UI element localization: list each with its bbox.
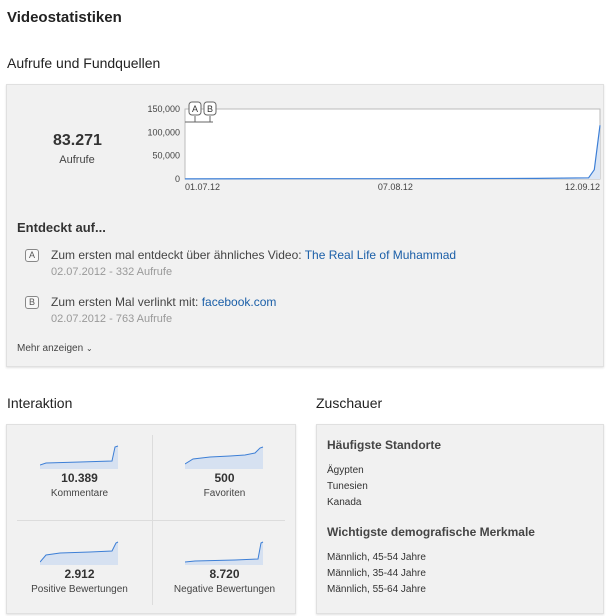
related-video-link[interactable]: The Real Life of Muhammad — [305, 248, 456, 262]
likes-count: 2.912 — [64, 567, 95, 581]
chevron-down-icon: ⌄ — [85, 344, 93, 353]
demographic-item: Männlich, 35-44 Jahre — [327, 568, 426, 579]
favorites-label: Favoriten — [203, 488, 246, 499]
x-tick-label: 12.09.12 — [565, 182, 600, 192]
total-views-value: 83.271 — [53, 132, 102, 149]
y-tick-label: 0 — [175, 174, 180, 184]
metric-comments[interactable]: 10.389 Kommentare — [7, 443, 152, 499]
discovery-item-meta: 02.07.2012 - 763 Aufrufe — [51, 313, 173, 325]
marker-b-icon: B — [25, 296, 39, 309]
discovery-item-text: Zum ersten Mal verlinkt mit: facebook.co… — [51, 295, 277, 309]
demographic-item: Männlich, 45-54 Jahre — [327, 552, 426, 563]
comments-label: Kommentare — [50, 488, 109, 499]
likes-label: Positive Bewertungen — [31, 584, 128, 595]
sparkline-area — [184, 447, 263, 469]
favorites-count: 500 — [214, 471, 235, 485]
metric-likes[interactable]: 2.912 Positive Bewertungen — [7, 539, 152, 595]
location-item: Tunesien — [327, 481, 368, 492]
top-locations-list: Ägypten Tunesien Kanada — [327, 463, 368, 511]
demographics-list: Männlich, 45-54 Jahre Männlich, 35-44 Ja… — [327, 550, 426, 598]
dislikes-count: 8.720 — [209, 567, 240, 581]
sparkline-line — [184, 541, 263, 563]
sparkline-area — [39, 446, 118, 469]
interaction-card: 10.389 Kommentare 500 Favoriten 2.912 Po… — [6, 424, 296, 614]
y-tick-label: 150,000 — [147, 104, 180, 114]
demographic-item: Männlich, 55-64 Jahre — [327, 584, 426, 595]
views-chart[interactable]: 150,000 100,000 50,000 0 01.07.12 07.08.12 12.… — [135, 99, 605, 199]
comments-sparkline — [39, 445, 118, 469]
discovery-item-meta: 02.07.2012 - 332 Aufrufe — [51, 266, 173, 278]
dislikes-sparkline — [184, 541, 263, 565]
likes-sparkline — [39, 541, 118, 565]
views-section-title: Aufrufe und Fundquellen — [7, 55, 161, 71]
dislikes-label: Negative Bewertungen — [173, 584, 276, 595]
metric-favorites[interactable]: 500 Favoriten — [152, 443, 297, 499]
audience-section-title: Zuschauer — [316, 395, 383, 411]
y-tick-label: 100,000 — [147, 127, 180, 137]
discovered-heading: Entdeckt auf... — [17, 220, 106, 235]
facebook-link[interactable]: facebook.com — [202, 295, 277, 309]
demographics-heading: Wichtigste demografische Merkmale — [327, 525, 535, 539]
x-tick-label: 01.07.12 — [185, 182, 220, 192]
annotation-label: A — [192, 104, 198, 114]
sparkline-area — [39, 542, 118, 565]
x-tick-label: 07.08.12 — [378, 182, 413, 192]
comments-count: 10.389 — [61, 471, 98, 485]
top-locations-heading: Häufigste Standorte — [327, 438, 442, 452]
y-tick-label: 50,000 — [152, 151, 180, 161]
sparkline-area — [184, 542, 263, 565]
total-views-label: Aufrufe — [59, 154, 95, 166]
show-more-button[interactable]: Mehr anzeigen ⌄ — [17, 343, 93, 354]
interaction-section-title: Interaktion — [7, 395, 73, 411]
chart-plot-area — [184, 108, 601, 180]
location-item: Kanada — [327, 497, 362, 508]
views-card: 83.271 Aufrufe 150,000 100,000 50,000 0 01.0… — [6, 84, 604, 367]
page-title: Videostatistiken — [7, 9, 122, 26]
metric-dislikes[interactable]: 8.720 Negative Bewertungen — [152, 539, 297, 595]
favorites-sparkline — [184, 446, 263, 469]
audience-card: Häufigste Standorte Ägypten Tunesien Kan… — [316, 424, 604, 614]
annotation-label: B — [207, 104, 213, 114]
grid-divider — [17, 520, 285, 521]
discovery-item-text: Zum ersten mal entdeckt über ähnliches V… — [51, 248, 457, 262]
marker-a-icon: A — [25, 249, 39, 262]
location-item: Ägypten — [327, 465, 364, 476]
